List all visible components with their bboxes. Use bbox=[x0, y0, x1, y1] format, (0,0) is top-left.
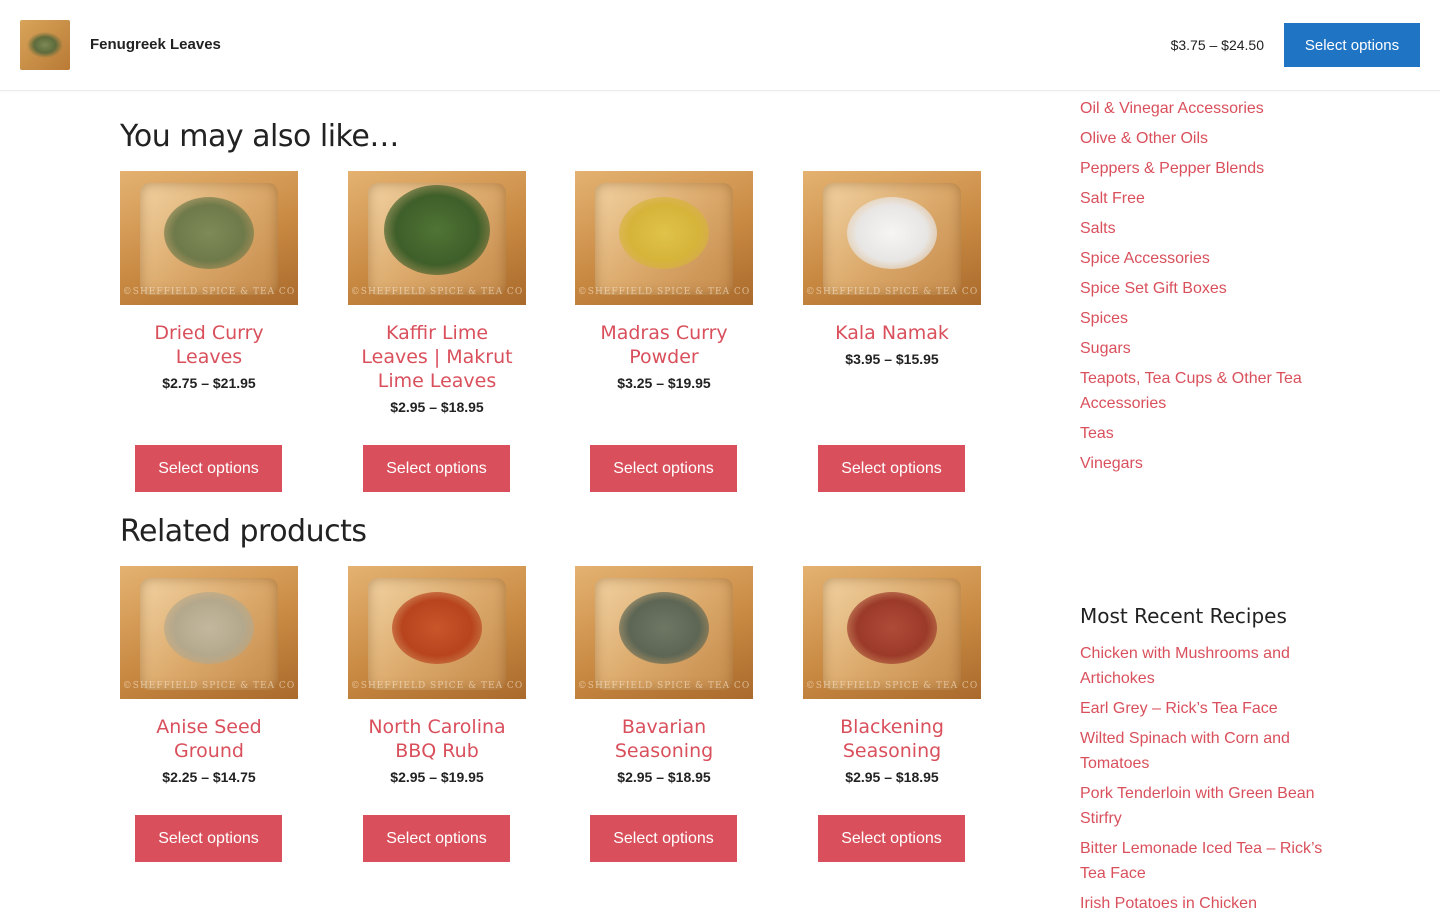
product-title-link[interactable]: Bavarian Seasoning bbox=[575, 715, 753, 763]
product-title-link[interactable]: North Carolina BBQ Rub bbox=[348, 715, 526, 763]
recipe-link[interactable]: Wilted Spinach with Corn and Tomatoes bbox=[1080, 726, 1330, 776]
recipe-link[interactable]: Pork Tenderloin with Green Bean Stirfry bbox=[1080, 781, 1330, 831]
recent-recipes-list: Chicken with Mushrooms and Artichokes Ea… bbox=[1080, 641, 1330, 921]
recipe-link[interactable]: Chicken with Mushrooms and Artichokes bbox=[1080, 641, 1330, 691]
category-link-salts[interactable]: Salts bbox=[1080, 216, 1330, 241]
product-price: $2.95 – $18.95 bbox=[617, 769, 711, 785]
spice-pile bbox=[847, 592, 937, 664]
upsell-product-card: ©SHEFFIELD SPICE & TEA CO Kala Namak $3.… bbox=[803, 171, 981, 367]
category-link-teapots-tea-cups[interactable]: Teapots, Tea Cups & Other Tea Accessorie… bbox=[1080, 366, 1330, 416]
select-options-button[interactable]: Select options bbox=[590, 445, 737, 492]
related-product-card: ©SHEFFIELD SPICE & TEA CO Blackening Sea… bbox=[803, 566, 981, 785]
product-image[interactable]: ©SHEFFIELD SPICE & TEA CO bbox=[120, 171, 298, 305]
product-title-link[interactable]: Anise Seed Ground bbox=[120, 715, 298, 763]
spice-pile bbox=[392, 592, 482, 664]
related-product-card: ©SHEFFIELD SPICE & TEA CO North Carolina… bbox=[348, 566, 526, 785]
sticky-product-name: Fenugreek Leaves bbox=[90, 36, 221, 53]
category-link-olive-other-oils[interactable]: Olive & Other Oils bbox=[1080, 126, 1330, 151]
related-product-card: ©SHEFFIELD SPICE & TEA CO Bavarian Seaso… bbox=[575, 566, 753, 785]
select-options-button[interactable]: Select options bbox=[135, 445, 282, 492]
product-price: $2.75 – $21.95 bbox=[162, 375, 256, 391]
category-link-peppers[interactable]: Peppers & Pepper Blends bbox=[1080, 156, 1330, 181]
category-link-salt-free[interactable]: Salt Free bbox=[1080, 186, 1330, 211]
recipe-link[interactable]: Irish Potatoes in Chicken bbox=[1080, 891, 1330, 916]
product-price: $2.25 – $14.75 bbox=[162, 769, 256, 785]
related-product-card: ©SHEFFIELD SPICE & TEA CO Anise Seed Gro… bbox=[120, 566, 298, 785]
recipe-link[interactable]: Earl Grey – Rick’s Tea Face bbox=[1080, 696, 1330, 721]
product-image[interactable]: ©SHEFFIELD SPICE & TEA CO bbox=[575, 171, 753, 305]
select-options-button[interactable]: Select options bbox=[818, 445, 965, 492]
watermark-text: ©SHEFFIELD SPICE & TEA CO bbox=[577, 287, 751, 297]
product-price: $2.95 – $18.95 bbox=[845, 769, 939, 785]
watermark-text: ©SHEFFIELD SPICE & TEA CO bbox=[350, 287, 524, 297]
sticky-product-price: $3.75 – $24.50 bbox=[1170, 37, 1264, 53]
watermark-text: ©SHEFFIELD SPICE & TEA CO bbox=[122, 681, 296, 691]
product-title-link[interactable]: Madras Curry Powder bbox=[575, 321, 753, 369]
upsells-heading: You may also like… bbox=[120, 118, 399, 154]
product-image[interactable]: ©SHEFFIELD SPICE & TEA CO bbox=[803, 566, 981, 699]
sticky-product-thumbnail bbox=[20, 20, 70, 70]
watermark-text: ©SHEFFIELD SPICE & TEA CO bbox=[350, 681, 524, 691]
category-link-vinegars[interactable]: Vinegars bbox=[1080, 451, 1330, 476]
upsell-product-card: ©SHEFFIELD SPICE & TEA CO Kaffir Lime Le… bbox=[348, 171, 526, 415]
product-title-link[interactable]: Dried Curry Leaves bbox=[120, 321, 298, 369]
spice-pile bbox=[164, 592, 254, 664]
related-products-heading: Related products bbox=[120, 513, 367, 549]
spice-pile bbox=[384, 185, 490, 275]
watermark-text: ©SHEFFIELD SPICE & TEA CO bbox=[577, 681, 751, 691]
watermark-text: ©SHEFFIELD SPICE & TEA CO bbox=[805, 681, 979, 691]
watermark-text: ©SHEFFIELD SPICE & TEA CO bbox=[805, 287, 979, 297]
product-price: $2.95 – $18.95 bbox=[390, 399, 484, 415]
upsell-product-card: ©SHEFFIELD SPICE & TEA CO Dried Curry Le… bbox=[120, 171, 298, 391]
category-link-spice-accessories[interactable]: Spice Accessories bbox=[1080, 246, 1330, 271]
spice-pile bbox=[619, 197, 709, 269]
product-image[interactable]: ©SHEFFIELD SPICE & TEA CO bbox=[120, 566, 298, 699]
watermark-text: ©SHEFFIELD SPICE & TEA CO bbox=[122, 287, 296, 297]
sticky-select-options-button[interactable]: Select options bbox=[1284, 23, 1420, 67]
product-image[interactable]: ©SHEFFIELD SPICE & TEA CO bbox=[348, 566, 526, 699]
product-title-link[interactable]: Kaffir Lime Leaves | Makrut Lime Leaves bbox=[348, 321, 526, 393]
select-options-button[interactable]: Select options bbox=[818, 815, 965, 862]
product-price: $3.25 – $19.95 bbox=[617, 375, 711, 391]
product-title-link[interactable]: Blackening Seasoning bbox=[803, 715, 981, 763]
category-link-sugars[interactable]: Sugars bbox=[1080, 336, 1330, 361]
product-image[interactable]: ©SHEFFIELD SPICE & TEA CO bbox=[803, 171, 981, 305]
select-options-button[interactable]: Select options bbox=[590, 815, 737, 862]
category-link-oil-vinegar-accessories[interactable]: Oil & Vinegar Accessories bbox=[1080, 96, 1330, 121]
recent-recipes-heading: Most Recent Recipes bbox=[1080, 604, 1287, 628]
product-image[interactable]: ©SHEFFIELD SPICE & TEA CO bbox=[575, 566, 753, 699]
category-link-spice-set-gift-boxes[interactable]: Spice Set Gift Boxes bbox=[1080, 276, 1330, 301]
upsell-product-card: ©SHEFFIELD SPICE & TEA CO Madras Curry P… bbox=[575, 171, 753, 391]
category-link-teas[interactable]: Teas bbox=[1080, 421, 1330, 446]
product-price: $3.95 – $15.95 bbox=[845, 351, 939, 367]
select-options-button[interactable]: Select options bbox=[135, 815, 282, 862]
sticky-add-to-cart-bar: Fenugreek Leaves $3.75 – $24.50 Select o… bbox=[0, 0, 1440, 91]
product-image[interactable]: ©SHEFFIELD SPICE & TEA CO bbox=[348, 171, 526, 305]
product-price: $2.95 – $19.95 bbox=[390, 769, 484, 785]
category-link-spices[interactable]: Spices bbox=[1080, 306, 1330, 331]
sidebar-category-list: Oil & Vinegar Accessories Olive & Other … bbox=[1080, 96, 1330, 481]
select-options-button[interactable]: Select options bbox=[363, 445, 510, 492]
recipe-link[interactable]: Bitter Lemonade Iced Tea – Rick’s Tea Fa… bbox=[1080, 836, 1330, 886]
spice-pile bbox=[619, 592, 709, 664]
spice-pile bbox=[164, 197, 254, 269]
select-options-button[interactable]: Select options bbox=[363, 815, 510, 862]
product-title-link[interactable]: Kala Namak bbox=[803, 321, 981, 345]
spice-pile bbox=[847, 197, 937, 269]
